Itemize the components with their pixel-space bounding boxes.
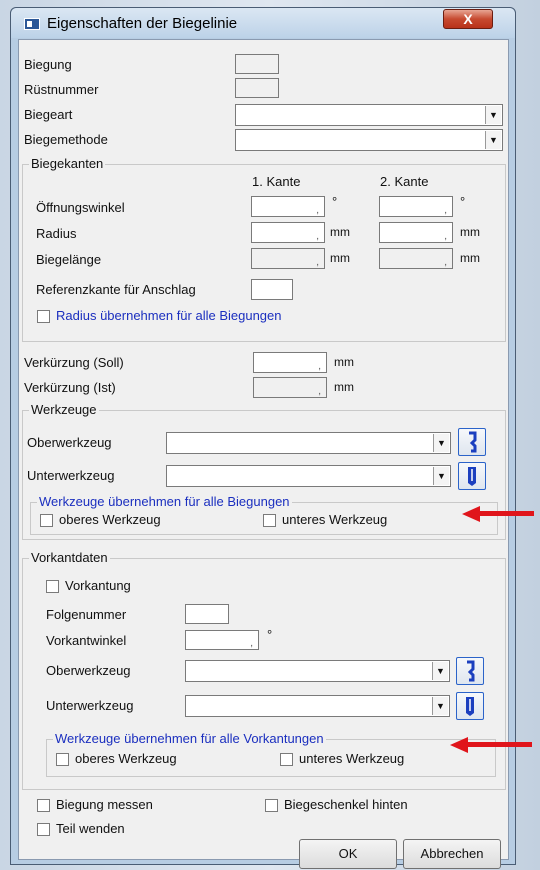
mm-unit-laenge-2: mm: [460, 251, 480, 265]
vorkant-unteres-werkzeug-label: unteres Werkzeug: [299, 751, 405, 766]
vorkant-unteres-werkzeug-checkbox[interactable]: [280, 753, 293, 766]
mm-unit-laenge-1: mm: [330, 251, 350, 265]
oberes-werkzeug-checkbox[interactable]: [40, 514, 53, 527]
biegemethode-select[interactable]: ▼: [235, 129, 503, 151]
vorkantung-label: Vorkantung: [65, 578, 131, 593]
label-vorkant-unterwerkzeug: Unterwerkzeug: [46, 698, 134, 713]
col-1-kante: 1. Kante: [252, 174, 301, 189]
unterwerkzeug-select[interactable]: ▼: [166, 465, 451, 487]
label-referenzkante: Referenzkante für Anschlag: [36, 282, 196, 297]
werkzeuge-title: Werkzeuge: [29, 402, 99, 417]
unterwerkzeug-tool-button[interactable]: [458, 462, 486, 490]
col-2-kante: 2. Kante: [380, 174, 429, 189]
dialog-window: Eigenschaften der Biegelinie X Biegung R…: [10, 7, 516, 869]
vorkant-unterwerkzeug-select[interactable]: ▼: [185, 695, 450, 717]
verkuerzung-ist-field: ,: [253, 377, 327, 398]
oberwerkzeug-tool-button[interactable]: [458, 428, 486, 456]
abbrechen-button[interactable]: Abbrechen: [403, 839, 501, 869]
biegeschenkel-hinten-checkbox[interactable]: [265, 799, 278, 812]
unteres-werkzeug-checkbox[interactable]: [263, 514, 276, 527]
label-radius: Radius: [36, 226, 77, 241]
werkzeuge-uebernehmen-group: Werkzeuge übernehmen für alle Biegungen …: [30, 494, 498, 535]
label-biegelaenge: Biegelänge: [36, 252, 102, 267]
biegeschenkel-hinten-label: Biegeschenkel hinten: [284, 797, 408, 812]
oeffnungswinkel-2-input[interactable]: ,: [379, 196, 453, 217]
vorkantwinkel-input[interactable]: ,: [185, 630, 259, 650]
label-ruestnummer: Rüstnummer: [24, 82, 99, 97]
label-biegeart: Biegeart: [24, 107, 73, 122]
teil-wenden-checkbox[interactable]: [37, 823, 50, 836]
label-verkuerzung-soll: Verkürzung (Soll): [24, 355, 124, 370]
mm-unit-soll: mm: [334, 355, 354, 369]
teil-wenden-label: Teil wenden: [56, 821, 125, 836]
chevron-down-icon[interactable]: ▼: [433, 434, 449, 452]
unteres-werkzeug-label: unteres Werkzeug: [282, 512, 388, 527]
ruestnummer-field: [235, 78, 279, 98]
radius-uebernehmen-label: Radius übernehmen für alle Biegungen: [56, 308, 282, 323]
mm-unit-radius-1: mm: [330, 225, 350, 239]
arrow-annotation-shaft: [478, 511, 534, 516]
verkuerzung-soll-input[interactable]: ,: [253, 352, 327, 373]
dialog-client: Biegung Rüstnummer Biegeart ▼ Biegemetho…: [18, 39, 509, 869]
label-verkuerzung-ist: Verkürzung (Ist): [24, 380, 116, 395]
deg-unit-1: °: [332, 194, 338, 209]
biegekanten-group: Biegekanten 1. Kante 2. Kante Öffnungswi…: [22, 156, 506, 342]
close-button[interactable]: X: [443, 9, 493, 29]
label-folgenummer: Folgenummer: [46, 607, 127, 622]
chevron-down-icon[interactable]: ▼: [485, 131, 501, 149]
biegelaenge-1-field: ,: [251, 248, 325, 269]
window-icon: [24, 18, 40, 30]
oberes-werkzeug-label: oberes Werkzeug: [59, 512, 161, 527]
werkzeuge-group: Werkzeuge Oberwerkzeug ▼ Unterwerkzeug ▼…: [22, 402, 506, 540]
oeffnungswinkel-1-input[interactable]: ,: [251, 196, 325, 217]
chevron-down-icon[interactable]: ▼: [432, 697, 448, 715]
chevron-down-icon[interactable]: ▼: [485, 106, 501, 124]
label-vorkantwinkel: Vorkantwinkel: [46, 633, 127, 648]
label-vorkant-oberwerkzeug: Oberwerkzeug: [46, 663, 131, 678]
mm-unit-radius-2: mm: [460, 225, 480, 239]
biegekanten-title: Biegekanten: [29, 156, 106, 171]
biegelaenge-2-field: ,: [379, 248, 453, 269]
biegung-messen-checkbox[interactable]: [37, 799, 50, 812]
chevron-down-icon[interactable]: ▼: [432, 662, 448, 680]
vorkantdaten-group: Vorkantdaten Vorkantung Folgenummer Vork…: [22, 550, 506, 790]
arrow-annotation-shaft: [466, 742, 532, 747]
vorkant-oberwerkzeug-select[interactable]: ▼: [185, 660, 450, 682]
vorkant-oberes-werkzeug-checkbox[interactable]: [56, 753, 69, 766]
chevron-down-icon[interactable]: ▼: [433, 467, 449, 485]
radius-1-input[interactable]: ,: [251, 222, 325, 243]
lower-tool-icon: [468, 467, 476, 486]
ok-button[interactable]: OK: [299, 839, 397, 869]
deg-unit-2: °: [460, 194, 466, 209]
vorkant-unterwerkzeug-tool-button[interactable]: [456, 692, 484, 720]
title-bar[interactable]: Eigenschaften der Biegelinie X: [11, 8, 515, 38]
radius-uebernehmen-checkbox[interactable]: [37, 310, 50, 323]
biegeart-select[interactable]: ▼: [235, 104, 503, 126]
window-title: Eigenschaften der Biegelinie: [47, 15, 238, 32]
deg-unit-vorkant: °: [267, 627, 273, 642]
radius-2-input[interactable]: ,: [379, 222, 453, 243]
biegung-field: [235, 54, 279, 74]
oberwerkzeug-select[interactable]: ▼: [166, 432, 451, 454]
label-biegung: Biegung: [24, 57, 72, 72]
label-unterwerkzeug: Unterwerkzeug: [27, 468, 115, 483]
vorkant-uebernehmen-title: Werkzeuge übernehmen für alle Vorkantung…: [53, 731, 326, 746]
lower-tool-icon: [466, 697, 474, 716]
referenzkante-input[interactable]: [251, 279, 293, 300]
biegung-messen-label: Biegung messen: [56, 797, 153, 812]
vorkant-uebernehmen-group: Werkzeuge übernehmen für alle Vorkantung…: [46, 731, 496, 777]
folgenummer-input[interactable]: [185, 604, 229, 624]
vorkant-oberes-werkzeug-label: oberes Werkzeug: [75, 751, 177, 766]
label-oberwerkzeug: Oberwerkzeug: [27, 435, 112, 450]
vorkantdaten-title: Vorkantdaten: [29, 550, 110, 565]
label-oeffnungswinkel: Öffnungswinkel: [36, 200, 125, 215]
upper-tool-icon: [469, 431, 477, 453]
vorkant-oberwerkzeug-tool-button[interactable]: [456, 657, 484, 685]
label-biegemethode: Biegemethode: [24, 132, 108, 147]
werkzeuge-uebernehmen-title: Werkzeuge übernehmen für alle Biegungen: [37, 494, 292, 509]
upper-tool-icon: [467, 660, 475, 682]
vorkantung-checkbox[interactable]: [46, 580, 59, 593]
mm-unit-ist: mm: [334, 380, 354, 394]
